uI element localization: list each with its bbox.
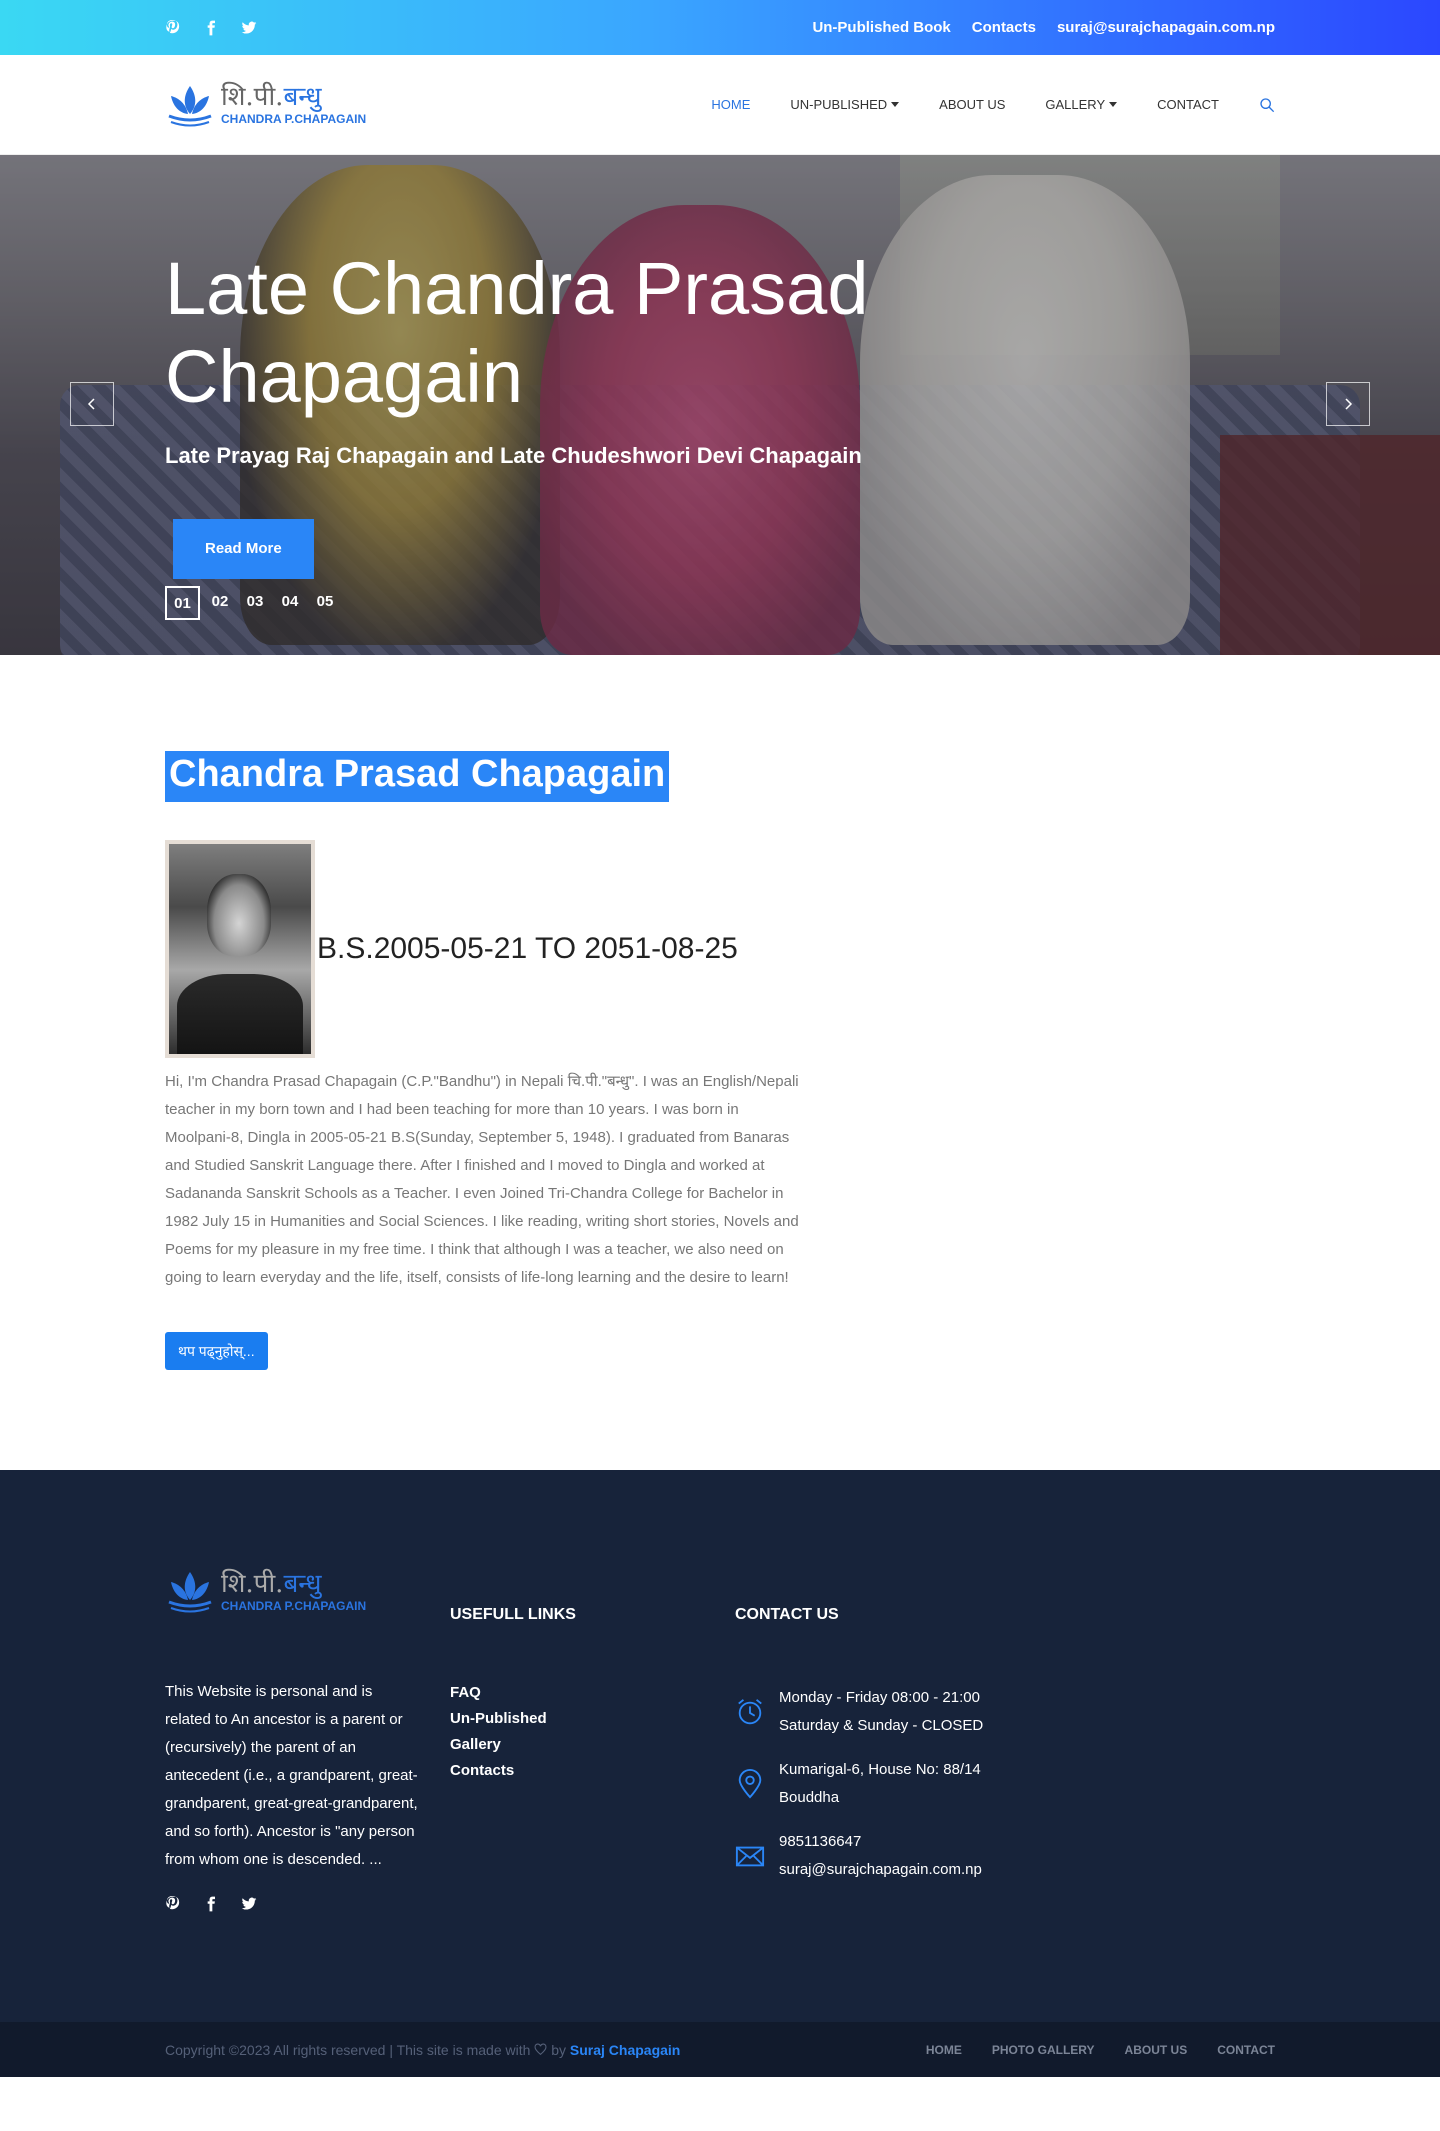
- hero-slider: Late Chandra Prasad Chapagain Late Praya…: [0, 155, 1440, 655]
- footer-logo-latin: CHANDRA P.CHAPAGAIN: [221, 1598, 367, 1613]
- footer-link-faq[interactable]: FAQ: [450, 1684, 735, 1701]
- useful-links-heading: USEFULL LINKS: [450, 1606, 576, 1623]
- author-link[interactable]: Suraj Chapagain: [570, 2042, 680, 2058]
- facebook-icon[interactable]: [203, 20, 219, 36]
- bottom-nav-about-us[interactable]: ABOUT US: [1125, 2043, 1188, 2057]
- nav-about-us[interactable]: ABOUT US: [939, 97, 1005, 112]
- envelope-icon: [735, 1846, 765, 1867]
- logo-devanagari: शि.पी.बन्धु: [221, 82, 322, 112]
- footer-link-contacts[interactable]: Contacts: [450, 1762, 735, 1779]
- footer-link-gallery[interactable]: Gallery: [450, 1736, 735, 1753]
- copyright-text: Copyright ©2023 All rights reserved | Th…: [165, 2041, 531, 2058]
- contact-phone[interactable]: 9851136647: [779, 1833, 861, 1850]
- nav-unpublished[interactable]: UN-PUBLISHED: [790, 97, 899, 112]
- contact-email[interactable]: suraj@surajchapagain.com.np: [779, 1861, 982, 1878]
- footer-logo-text: शि.पी.बन्धु CHANDRA P.CHAPAGAIN: [221, 1571, 366, 1612]
- nav-contact[interactable]: CONTACT: [1157, 97, 1219, 112]
- address-line-2: Bouddha: [779, 1789, 840, 1806]
- nav-gallery[interactable]: GALLERY: [1045, 97, 1117, 112]
- hero-title: Late Chandra Prasad Chapagain: [165, 247, 869, 418]
- slide-dot-01[interactable]: 01: [165, 586, 200, 620]
- top-links: Un-Published Book Contacts suraj@surajch…: [812, 19, 1275, 36]
- search-icon[interactable]: [1259, 97, 1275, 113]
- footer-link-unpublished[interactable]: Un-Published: [450, 1710, 735, 1727]
- footer-links-column: USEFULL LINKS FAQ Un-Published Gallery C…: [450, 1566, 735, 1912]
- bottom-bar: Copyright ©2023 All rights reserved | Th…: [0, 2022, 1440, 2077]
- top-bar: Un-Published Book Contacts suraj@surajch…: [0, 0, 1440, 55]
- slide-dot-03[interactable]: 03: [240, 586, 270, 620]
- logo-latin: CHANDRA P.CHAPAGAIN: [221, 112, 367, 126]
- unpublished-book-link[interactable]: Un-Published Book: [812, 19, 950, 36]
- map-pin-icon: [738, 1769, 762, 1799]
- email-link[interactable]: suraj@surajchapagain.com.np: [1057, 19, 1275, 36]
- twitter-icon[interactable]: [241, 1896, 257, 1912]
- slider-pagination: 01 02 03 04 05: [165, 586, 340, 620]
- heart-icon: [534, 2042, 547, 2055]
- bio-section: Chandra Prasad Chapagain B.S.2005-05-21 …: [0, 655, 1440, 1470]
- bio-text: Hi, I'm Chandra Prasad Chapagain (C.P."B…: [165, 1073, 799, 1286]
- useful-links-list: FAQ Un-Published Gallery Contacts: [450, 1684, 735, 1779]
- site-logo[interactable]: शि.पी.बन्धु CHANDRA P.CHAPAGAIN: [165, 80, 366, 130]
- alarm-clock-icon: [738, 1699, 762, 1725]
- slider-prev-button[interactable]: [70, 382, 114, 426]
- copyright-by: by: [551, 2041, 566, 2058]
- hero-content: Late Chandra Prasad Chapagain Late Praya…: [165, 245, 1065, 579]
- bottom-nav-contact[interactable]: CONTACT: [1217, 2043, 1275, 2057]
- nav-home[interactable]: HOME: [711, 97, 750, 112]
- footer-contact-column: CONTACT US Monday - Friday 08:00 - 21:00…: [735, 1566, 1035, 1912]
- lotus-logo-icon: [168, 85, 212, 126]
- twitter-icon[interactable]: [241, 20, 257, 36]
- slide-dot-05[interactable]: 05: [310, 586, 340, 620]
- footer-description: This Website is personal and is related …: [165, 1683, 418, 1868]
- footer-logo-devanagari: शि.पी.बन्धु: [221, 1568, 322, 1599]
- bio-header-row: B.S.2005-05-21 TO 2051-08-25: [165, 840, 1275, 1058]
- chevron-right-icon: [1345, 398, 1353, 410]
- portrait-photo: [165, 840, 315, 1058]
- life-dates: B.S.2005-05-21 TO 2051-08-25: [317, 932, 738, 965]
- contacts-link[interactable]: Contacts: [972, 19, 1036, 36]
- footer-logo[interactable]: शि.पी.बन्धु CHANDRA P.CHAPAGAIN: [165, 1566, 450, 1616]
- hours-weekend: Saturday & Sunday - CLOSED: [779, 1717, 984, 1734]
- footer-about-column: शि.पी.बन्धु CHANDRA P.CHAPAGAIN This Web…: [165, 1566, 450, 1912]
- chevron-left-icon: [87, 398, 95, 410]
- main-navbar: शि.पी.बन्धु CHANDRA P.CHAPAGAIN HOME UN-…: [0, 55, 1440, 155]
- hours-weekdays: Monday - Friday 08:00 - 21:00: [779, 1689, 980, 1706]
- bottom-nav-photo-gallery[interactable]: PHOTO GALLERY: [992, 2043, 1095, 2057]
- contact-hours: Monday - Friday 08:00 - 21:00 Saturday &…: [735, 1684, 1035, 1740]
- contact-address: Kumarigal-6, House No: 88/14 Bouddha: [735, 1756, 1035, 1812]
- contact-us-heading: CONTACT US: [735, 1606, 839, 1623]
- lotus-logo-icon: [168, 1572, 212, 1613]
- slide-dot-04[interactable]: 04: [275, 586, 305, 620]
- top-social-links: [165, 19, 257, 36]
- main-menu: HOME UN-PUBLISHED ABOUT US GALLERY CONTA…: [711, 97, 1275, 113]
- read-more-button[interactable]: Read More: [173, 519, 314, 579]
- slide-dot-02[interactable]: 02: [205, 586, 235, 620]
- logo-text: शि.पी.बन्धु CHANDRA P.CHAPAGAIN: [221, 84, 366, 125]
- address-line-1: Kumarigal-6, House No: 88/14: [779, 1761, 981, 1778]
- bio-heading: Chandra Prasad Chapagain: [165, 751, 670, 802]
- contact-phone-email: 9851136647 suraj@surajchapagain.com.np: [735, 1828, 1035, 1884]
- slider-next-button[interactable]: [1326, 382, 1370, 426]
- bottom-nav: HOME PHOTO GALLERY ABOUT US CONTACT: [926, 2043, 1275, 2057]
- read-more-nepali-button[interactable]: थप पढ्नुहोस्...: [165, 1332, 268, 1370]
- bottom-nav-home[interactable]: HOME: [926, 2043, 962, 2057]
- contact-list: Monday - Friday 08:00 - 21:00 Saturday &…: [735, 1684, 1035, 1884]
- footer-social-links: [165, 1896, 450, 1912]
- copyright: Copyright ©2023 All rights reserved | Th…: [165, 2042, 680, 2058]
- hero-subtitle: Late Prayag Raj Chapagain and Late Chude…: [165, 443, 862, 468]
- pinterest-icon[interactable]: [165, 1896, 181, 1912]
- footer: शि.पी.बन्धु CHANDRA P.CHAPAGAIN This Web…: [0, 1470, 1440, 2022]
- facebook-icon[interactable]: [203, 1896, 219, 1912]
- pinterest-icon[interactable]: [165, 19, 181, 36]
